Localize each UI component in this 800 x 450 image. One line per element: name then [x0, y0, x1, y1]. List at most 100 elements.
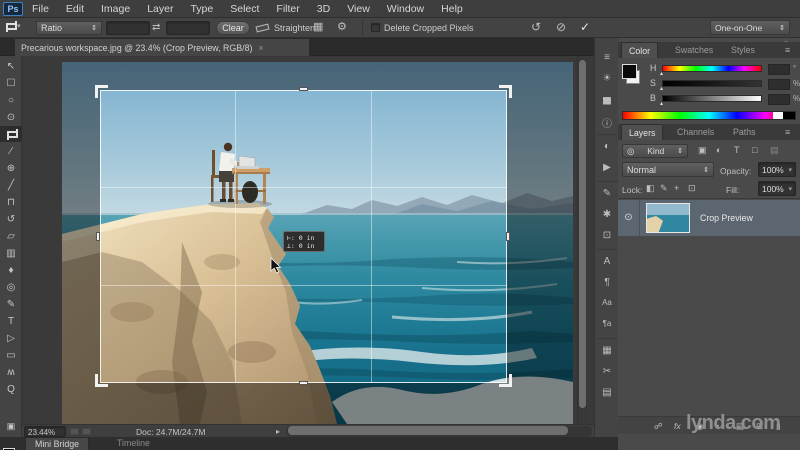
swap-values-icon[interactable]: ⇄ [152, 23, 160, 33]
crop-handle-top-right[interactable] [499, 85, 512, 98]
tab-timeline[interactable]: Timeline [108, 437, 159, 450]
blend-mode-select[interactable]: Normal⇕ [622, 162, 714, 177]
clone-source-panel-icon[interactable]: ⊡ [595, 230, 619, 241]
menu-filter[interactable]: Filter [276, 3, 299, 15]
hue-value-field[interactable] [768, 64, 790, 75]
tool-move[interactable]: ↖ [0, 58, 22, 74]
menu-view[interactable]: View [347, 3, 370, 15]
menu-select[interactable]: Select [230, 3, 259, 15]
quick-mask-button[interactable]: ▣ [0, 418, 22, 434]
menu-image[interactable]: Image [101, 3, 130, 15]
cancel-crop-icon[interactable]: ⊘ [556, 21, 566, 33]
layer-filter-kind-select[interactable]: ◎ Kind ⇕ [622, 144, 688, 158]
lock-all-icon[interactable]: ⊡ [688, 184, 696, 193]
vertical-scrollbar[interactable] [577, 56, 587, 424]
tool-blur[interactable]: ♦ [0, 262, 22, 278]
crop-handle-top-left[interactable] [95, 85, 108, 98]
tool-gradient[interactable]: ▥ [0, 245, 22, 261]
lock-transparency-icon[interactable]: ◧ [646, 184, 655, 193]
tool-rectangle[interactable]: ▭ [0, 347, 22, 363]
character-styles-panel-icon[interactable]: Aa [595, 298, 619, 307]
crop-handle-bottom[interactable] [299, 381, 308, 385]
tool-path-selection[interactable]: ▷ [0, 330, 22, 346]
adjustments-panel-icon[interactable]: ☀ [595, 73, 619, 84]
tool-lasso[interactable]: ○ [0, 92, 22, 108]
menu-3d[interactable]: 3D [317, 3, 330, 15]
ratio-width-input[interactable] [106, 21, 150, 35]
document-tab[interactable]: Precarious workspace.jpg @ 23.4% (Crop P… [14, 38, 310, 56]
layer-comps-panel-icon[interactable]: ▦ [595, 345, 619, 356]
hue-slider[interactable] [662, 65, 762, 72]
brush-presets-panel-icon[interactable]: ✱ [595, 209, 619, 220]
workspace-switcher[interactable]: One-on-One⇕ [710, 20, 790, 35]
vertical-scrollbar-thumb[interactable] [579, 60, 586, 408]
layer-thumbnail[interactable] [646, 203, 690, 233]
status-menu-arrow-icon[interactable]: ▸ [276, 427, 280, 436]
tool-healing-brush[interactable]: ⊕ [0, 160, 22, 176]
tool-hand[interactable]: ʍ [0, 364, 22, 380]
info-panel-icon[interactable]: ⓘ [595, 115, 619, 130]
layer-name[interactable]: Crop Preview [700, 213, 753, 223]
delete-cropped-pixels-checkbox[interactable] [371, 23, 380, 32]
clear-button[interactable]: Clear [216, 21, 250, 35]
filter-shape-layers-icon[interactable]: □ [752, 146, 757, 155]
panel-menu-icon[interactable]: ≡ [778, 124, 797, 140]
filter-smart-objects-icon[interactable]: ▤ [770, 146, 779, 155]
layer-effects-icon[interactable]: fx [674, 422, 681, 431]
tool-history-brush[interactable]: ↺ [0, 211, 22, 227]
menu-file[interactable]: File [32, 3, 49, 15]
menu-edit[interactable]: Edit [66, 3, 84, 15]
filter-type-layers-icon[interactable]: T [734, 146, 740, 155]
crop-options-gear-icon[interactable]: ⚙ [337, 22, 347, 33]
tab-color[interactable]: Color [621, 42, 658, 58]
link-layers-icon[interactable]: ☍ [654, 422, 663, 431]
color-spectrum-ramp[interactable] [622, 111, 796, 120]
tool-eraser[interactable]: ▱ [0, 228, 22, 244]
tab-layers[interactable]: Layers [621, 124, 663, 140]
character-panel-icon[interactable]: A [595, 256, 619, 267]
tool-brush[interactable]: ╱ [0, 177, 22, 193]
tab-mini-bridge[interactable]: Mini Bridge [25, 437, 89, 450]
layer-visibility-eye-icon[interactable]: ⊙ [618, 200, 640, 236]
close-tab-icon[interactable]: × [258, 43, 263, 53]
tab-paths[interactable]: Paths [726, 124, 763, 140]
fill-field[interactable]: 100%▾ [758, 181, 796, 196]
tool-pen[interactable]: ✎ [0, 296, 22, 312]
tune-panel-icon[interactable]: ≡ [595, 52, 619, 63]
layer-row-crop-preview[interactable]: ⊙ Crop Preview [618, 200, 800, 236]
paragraph-styles-panel-icon[interactable]: ¶a [595, 319, 619, 328]
menu-help[interactable]: Help [441, 3, 463, 15]
tool-clone-stamp[interactable]: ⊓ [0, 194, 22, 210]
menu-layer[interactable]: Layer [147, 3, 173, 15]
notes-panel-icon[interactable]: ▤ [595, 387, 619, 398]
aspect-ratio-select[interactable]: Ratio⇕ [36, 21, 102, 35]
zoom-level-field[interactable]: 23.44% [24, 426, 66, 437]
tool-eyedropper[interactable]: ∕ [0, 143, 22, 159]
black-chip[interactable] [783, 112, 795, 119]
crop-handle-bottom-right[interactable] [499, 374, 512, 387]
tab-swatches[interactable]: Swatches [668, 42, 720, 58]
brightness-value-field[interactable] [768, 94, 790, 105]
saturation-value-field[interactable] [768, 79, 790, 90]
tool-quick-selection[interactable]: ⊙ [0, 109, 22, 125]
panel-menu-icon[interactable]: ≡ [778, 42, 797, 58]
tab-channels[interactable]: Channels [670, 124, 721, 140]
overlay-options-icon[interactable]: ▦ [313, 22, 323, 33]
paragraph-panel-icon[interactable]: ¶ [595, 277, 619, 288]
histogram-panel-icon[interactable]: ▅ [595, 94, 619, 105]
saturation-slider[interactable] [662, 80, 762, 87]
lock-position-icon[interactable]: + [674, 184, 679, 193]
filter-adjustment-layers-icon[interactable]: ◐ [716, 146, 721, 155]
crop-handle-top[interactable] [299, 87, 308, 91]
tool-zoom[interactable]: Q [0, 381, 22, 397]
brush-panel-icon[interactable]: ✎ [595, 188, 619, 199]
tool-crop[interactable] [0, 126, 22, 142]
actions-panel-icon[interactable]: ▶ [595, 162, 619, 173]
tool-preset-chip[interactable]: ▾ [5, 21, 21, 31]
brightness-slider[interactable] [662, 95, 762, 102]
white-chip[interactable] [773, 112, 783, 119]
opacity-field[interactable]: 100%▾ [758, 162, 796, 177]
crop-handle-left[interactable] [96, 232, 100, 241]
reset-crop-icon[interactable]: ↺ [531, 21, 541, 33]
slider-thumb-icon[interactable]: ▴ [660, 85, 663, 92]
